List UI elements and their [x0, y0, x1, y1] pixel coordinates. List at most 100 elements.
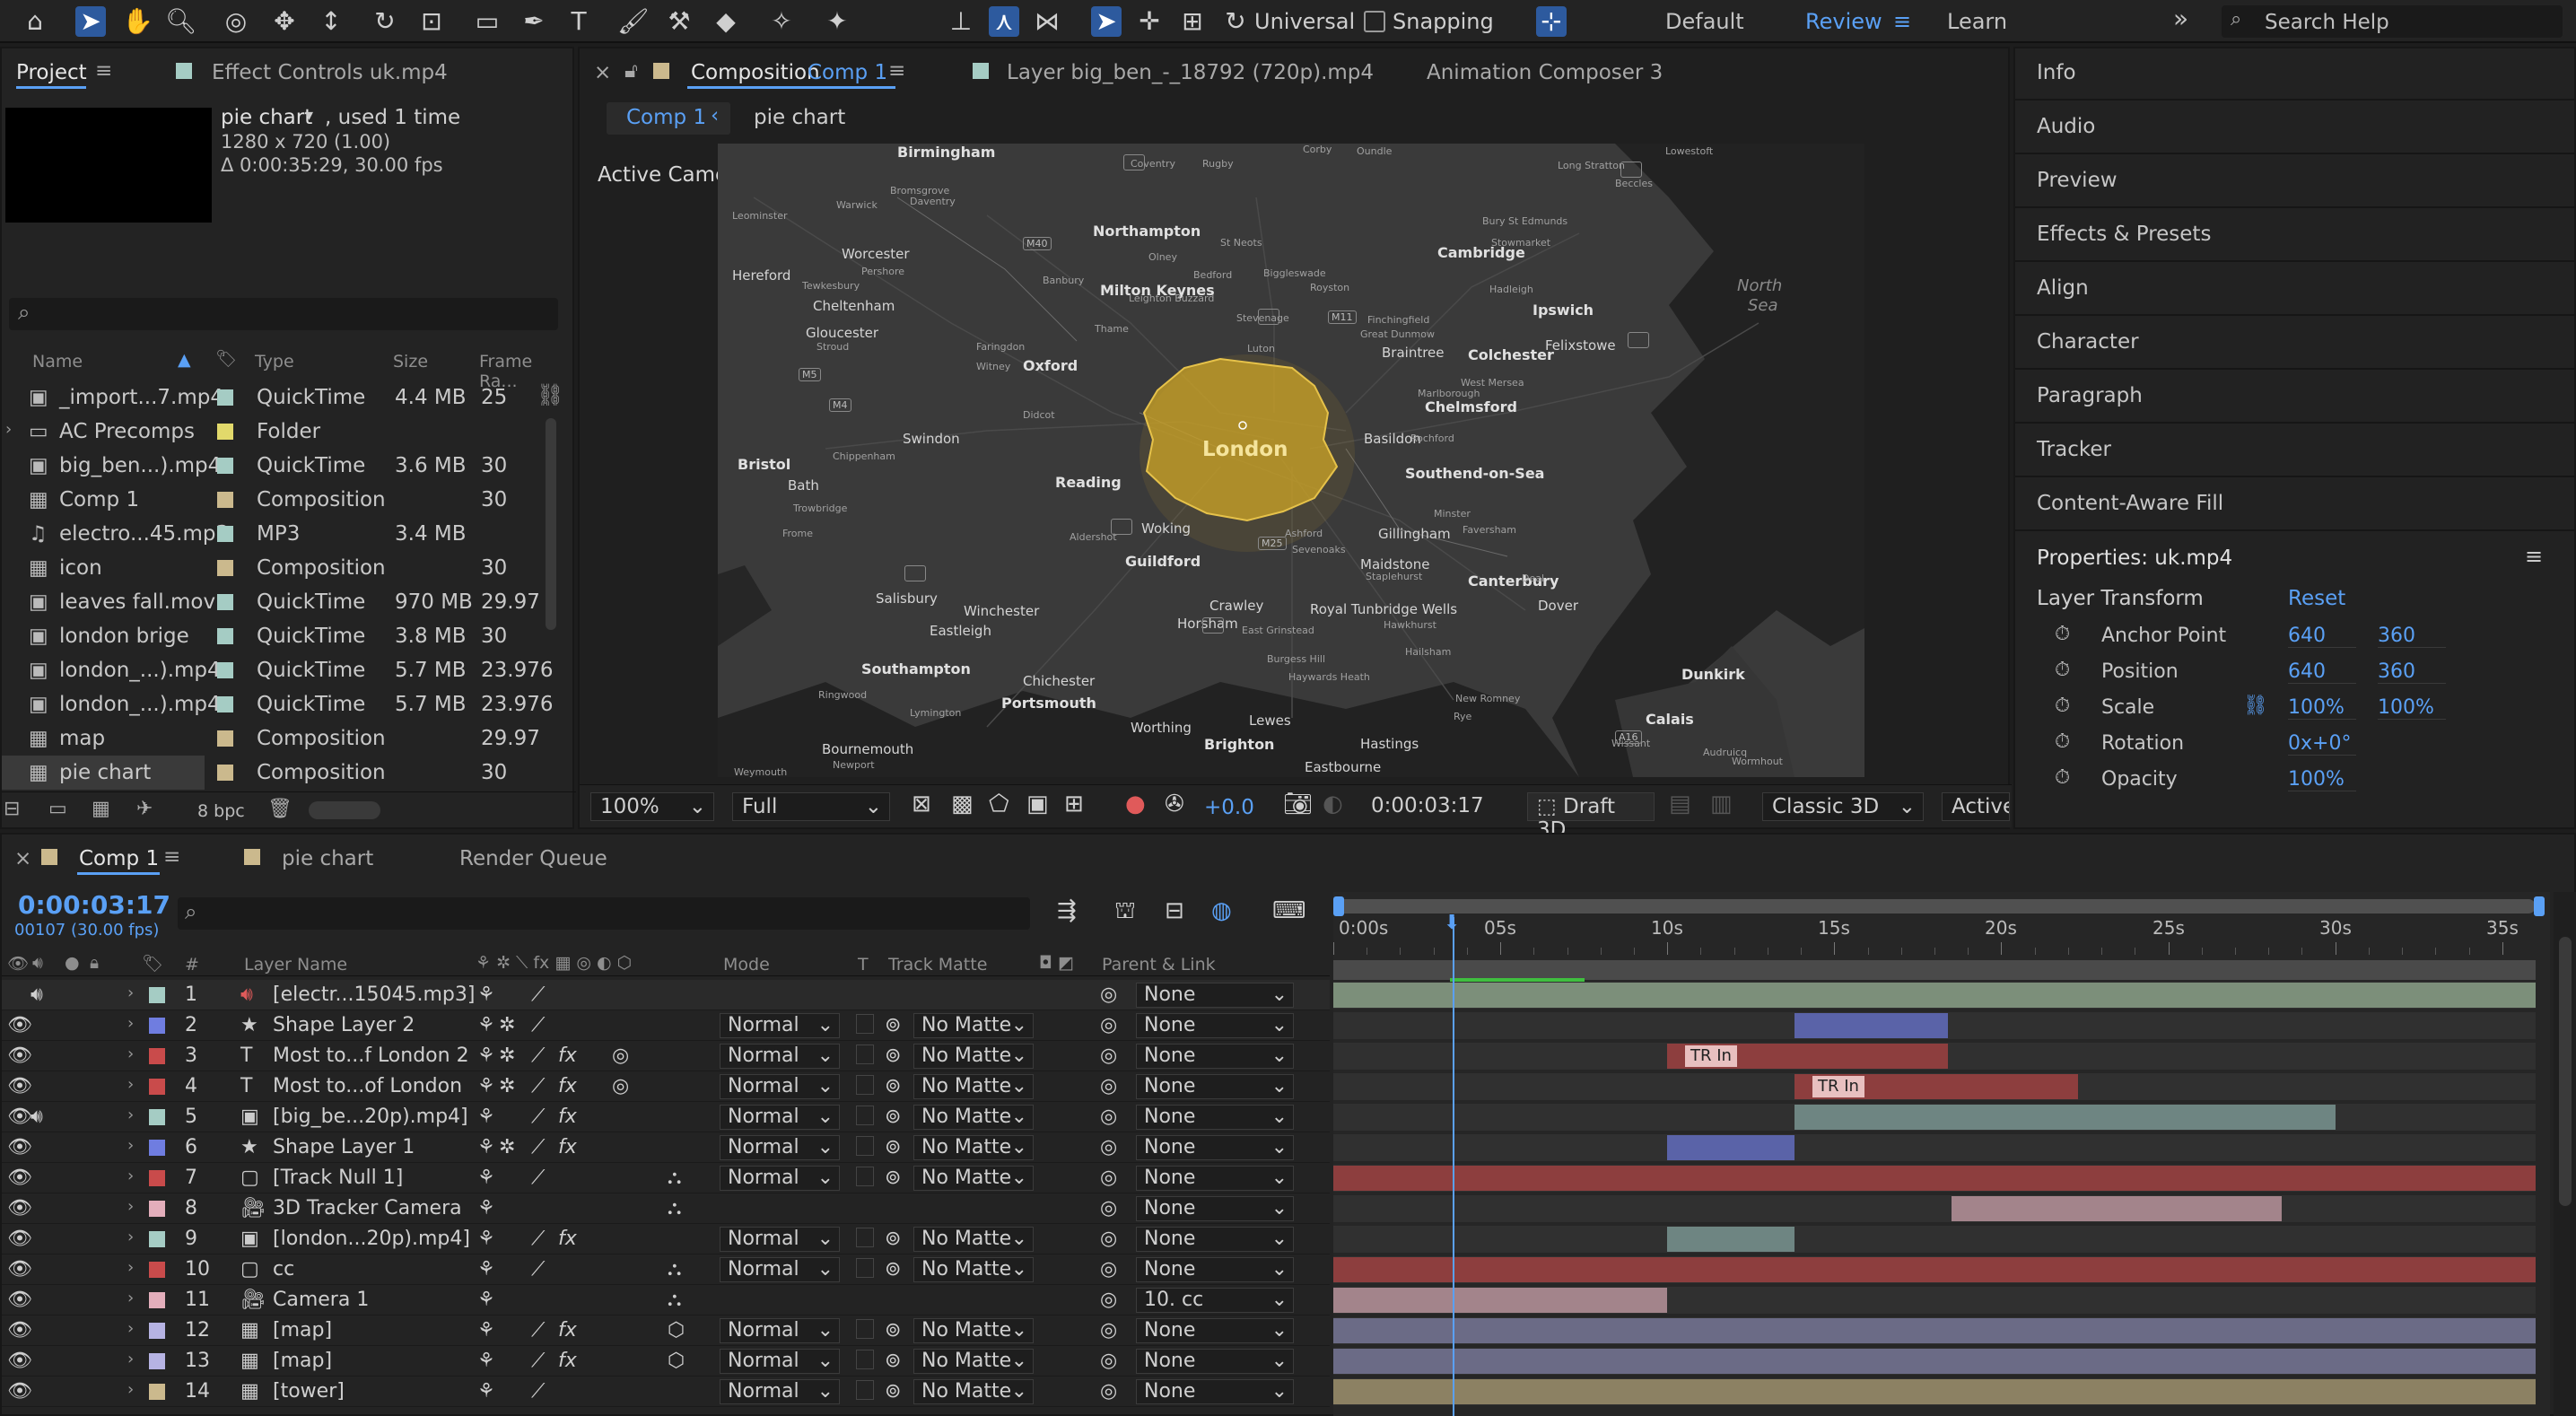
shy-switch-icon[interactable]: ⚘	[477, 1350, 495, 1372]
fx-switch-icon[interactable]: fx	[558, 1228, 577, 1250]
puppet-tool-icon[interactable]: ✦	[822, 6, 852, 37]
marker-label[interactable]: TR In	[1812, 1076, 1864, 1097]
parent-dropdown[interactable]: None ⌄	[1136, 1227, 1294, 1252]
parent-dropdown[interactable]: None ⌄	[1136, 1318, 1294, 1343]
shy-switch-icon[interactable]: ⚘	[477, 1228, 495, 1250]
col-header-mode[interactable]: Mode	[723, 955, 770, 975]
label-swatch[interactable]	[217, 560, 233, 576]
timeline-layer-row[interactable]: 👁︎ › 11 🎥︎ Camera 1 ⚘ ⛬ ◎ 10. cc ⌄	[2, 1285, 1330, 1315]
col-header-type[interactable]: Type	[255, 352, 294, 371]
timeline-layer-row[interactable]: 👁︎ › 14 ▦ [tower] ⚘ ⟋ Normal ⌄ ⊚ No Matte ⌄ ◎ None ⌄	[2, 1377, 1330, 1407]
pick-whip-icon[interactable]: ◎	[1100, 1167, 1117, 1189]
eye-icon[interactable]: 👁︎	[7, 1136, 32, 1158]
lock-header-icon[interactable]: 🔒︎	[90, 953, 99, 973]
property-value-1[interactable]: 100%	[2288, 768, 2356, 791]
snapping-label[interactable]: Snapping	[1393, 9, 1494, 34]
label-swatch[interactable]	[217, 389, 233, 406]
timeline-layer-row[interactable]: 👁︎ › 9 ▣ [london...20p).mp4] ⚘ ⟋ fx Normal ⌄ ⊚ No M…	[2, 1224, 1330, 1254]
interpret-footage-icon[interactable]: ⊟	[4, 798, 20, 820]
project-item[interactable]: ▦ pie chart Composition 30	[2, 756, 507, 790]
project-item[interactable]: ▣ london_...).mp4 QuickTime 5.7 MB 23.976	[2, 653, 576, 687]
preserve-transparency-checkbox[interactable]	[856, 1075, 874, 1095]
panel-item-audio[interactable]: Audio	[2037, 115, 2095, 138]
layer-name[interactable]: [Track Null 1]	[273, 1167, 403, 1189]
3d-layer-icon[interactable]: ⛬	[668, 1167, 681, 1189]
pen-tool-icon[interactable]: ✒	[519, 6, 549, 37]
panel-item-preview[interactable]: Preview	[2037, 169, 2118, 192]
hand-tool-icon[interactable]: ✋	[122, 6, 153, 37]
expand-layer-icon[interactable]: ›	[127, 983, 134, 1002]
panel-item-effects-presets[interactable]: Effects & Presets	[2037, 223, 2211, 246]
expand-layer-icon[interactable]: ›	[127, 1045, 134, 1063]
pick-whip-icon[interactable]: ◎	[1100, 1289, 1117, 1311]
extended-viewer-icon[interactable]: ▤	[1669, 791, 1691, 817]
matte-link-icon[interactable]: ⊚	[885, 1045, 901, 1067]
label-swatch[interactable]	[217, 765, 233, 781]
timeline-layer-row[interactable]: 👁︎ › 12 ▦ [map] ⚘ ⟋ fx ⬡ Normal ⌄ ⊚ No Matte ⌄ ◎ None ⌄	[2, 1315, 1330, 1346]
solo-header-icon[interactable]: ●	[65, 953, 80, 973]
project-item[interactable]: › ▭ AC Precomps Folder	[2, 415, 576, 449]
track-matte-dropdown[interactable]: No Matte ⌄	[913, 1349, 1034, 1374]
pick-whip-icon[interactable]: ◎	[1100, 983, 1117, 1006]
quality-switch-icon[interactable]: ⟋	[531, 1380, 545, 1403]
mask-visibility-icon[interactable]: ⬠	[989, 791, 1009, 817]
preserve-transparency-checkbox[interactable]	[856, 1167, 874, 1186]
timeline-track-area[interactable]: 0:00s 05s 10s 15s 20s 25s 30s 35s TR In TR In ⬇	[1333, 892, 2550, 1416]
stopwatch-icon[interactable]: ⏱	[2055, 623, 2070, 645]
track-matte-dropdown[interactable]: No Matte ⌄	[913, 1318, 1034, 1343]
workspace-default[interactable]: Default	[1665, 9, 1744, 34]
workspace-learn[interactable]: Learn	[1947, 9, 2007, 34]
expand-layer-icon[interactable]: ›	[127, 1014, 134, 1033]
property-value-2[interactable]: 360	[2378, 660, 2446, 684]
parent-dropdown[interactable]: None ⌄	[1136, 1105, 1294, 1130]
layer-duration-bar[interactable]	[1794, 1013, 1948, 1038]
layer-duration-bar[interactable]	[1333, 1257, 2536, 1282]
parent-dropdown[interactable]: None ⌄	[1136, 1166, 1294, 1191]
layer-name[interactable]: Most to...f London 2	[273, 1045, 469, 1067]
motion-blur-switch-icon[interactable]: ◎	[612, 1045, 629, 1067]
rectangle-tool-icon[interactable]: ▭	[472, 6, 502, 37]
time-ruler[interactable]: 0:00s 05s 10s 15s 20s 25s 30s 35s	[1333, 915, 2550, 955]
mode-dropdown[interactable]: Normal ⌄	[720, 1074, 840, 1099]
expand-layer-icon[interactable]: ›	[127, 1228, 134, 1246]
layer-name[interactable]: [map]	[273, 1319, 332, 1342]
channel-icon[interactable]: ●	[1125, 791, 1146, 817]
pick-whip-icon[interactable]: ◎	[1100, 1014, 1117, 1036]
stopwatch-icon[interactable]: ⏱	[2055, 730, 2070, 753]
layer-name[interactable]: [big_be...20p).mp4]	[273, 1106, 468, 1128]
video-visibility-icon[interactable]: 👁︎	[7, 953, 29, 974]
pan-camera-icon[interactable]: ✥	[269, 6, 300, 37]
composition-menu-icon[interactable]: ≡	[888, 59, 905, 83]
pick-whip-icon[interactable]: ◎	[1100, 1228, 1117, 1250]
fast-previews-icon[interactable]: ⊠	[912, 791, 931, 817]
tab-timeline-pie-chart[interactable]: pie chart	[282, 847, 373, 870]
comp-timecode[interactable]: 0:00:03:17	[1362, 792, 1484, 821]
new-composition-icon[interactable]: ▦	[92, 798, 110, 820]
track-matte-dropdown[interactable]: No Matte ⌄	[913, 1074, 1034, 1099]
label-header-icon[interactable]: 🏷︎	[142, 953, 163, 974]
eye-icon[interactable]: 👁︎	[7, 1075, 32, 1097]
layer-duration-bar[interactable]	[1667, 1135, 1794, 1160]
parent-dropdown[interactable]: None ⌄	[1136, 1135, 1294, 1160]
property-value-1[interactable]: 0x+0°	[2288, 732, 2356, 756]
mode-dropdown[interactable]: Normal ⌄	[720, 1349, 840, 1374]
preserve-transparency-checkbox[interactable]	[856, 1014, 874, 1034]
snap-options-icon[interactable]: ⊹	[1536, 6, 1567, 37]
layer-label-swatch[interactable]	[149, 1201, 165, 1217]
graph-editor-icon[interactable]: ⌨	[1272, 897, 1306, 924]
shy-switch-icon[interactable]: ⚘	[477, 1289, 495, 1311]
layer-duration-bar[interactable]	[1333, 1349, 2536, 1374]
layer-label-swatch[interactable]	[149, 1262, 165, 1278]
collapse-switch-icon[interactable]: ✲	[499, 1075, 515, 1097]
project-search-input[interactable]: ⌕	[9, 298, 558, 330]
panel-item-tracker[interactable]: Tracker	[2037, 438, 2111, 461]
layer-duration-bar[interactable]	[1794, 1105, 2336, 1130]
orbit-camera-icon[interactable]: ◎	[221, 6, 251, 37]
mode-dropdown[interactable]: Normal ⌄	[720, 1105, 840, 1130]
show-snapshot-icon[interactable]: ◐	[1323, 791, 1343, 817]
collapse-switch-icon[interactable]: ✲	[499, 1136, 515, 1158]
track-matte-dropdown[interactable]: No Matte ⌄	[913, 1044, 1034, 1069]
pick-whip-icon[interactable]: ◎	[1100, 1106, 1117, 1128]
playhead-handle[interactable]: ⬇	[1444, 913, 1463, 935]
new-folder-icon[interactable]: ▭	[48, 798, 67, 820]
